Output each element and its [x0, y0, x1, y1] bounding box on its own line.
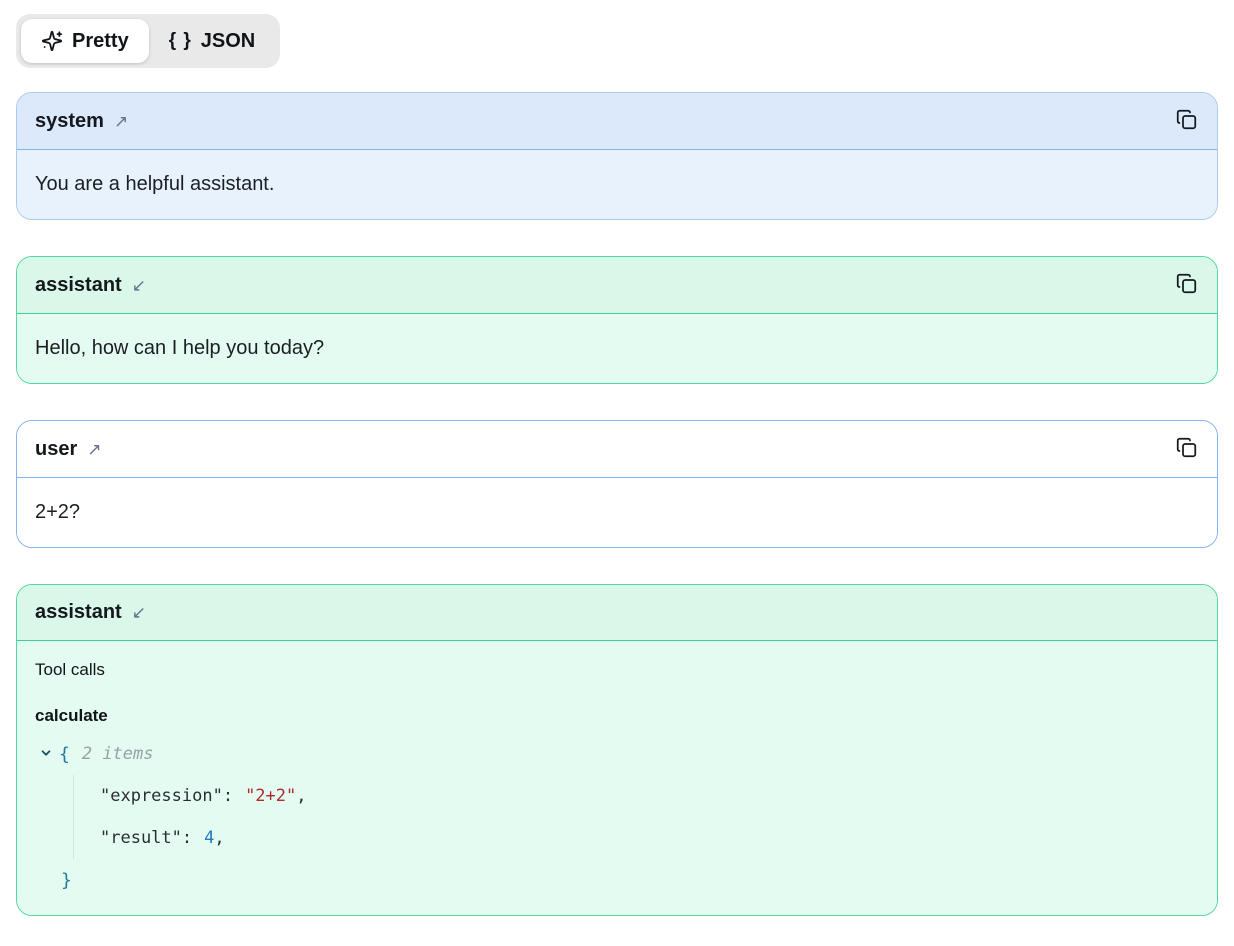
- message-header: assistant ↙: [17, 257, 1217, 314]
- sparkles-icon: [41, 30, 63, 52]
- copy-icon: [1176, 437, 1197, 461]
- copy-button[interactable]: [1174, 435, 1199, 463]
- json-close-row: }: [37, 859, 1199, 901]
- json-number-value: 4: [204, 825, 214, 852]
- json-string-value: "2+2": [245, 783, 296, 810]
- tab-json-label: JSON: [201, 29, 255, 53]
- message-card-system: system ↗ You are a helpful assistant.: [16, 92, 1218, 220]
- close-brace: }: [61, 867, 72, 894]
- json-key: "result":: [100, 825, 192, 852]
- copy-icon: [1176, 273, 1197, 297]
- json-comma: ,: [214, 825, 224, 852]
- items-count: 2 items: [82, 741, 154, 768]
- json-entry-row: "result": 4 ,: [100, 817, 1199, 859]
- json-children: "expression": "2+2" , "result": 4 ,: [73, 775, 1199, 859]
- braces-icon: { }: [169, 29, 192, 53]
- json-root-row: { 2 items: [37, 733, 1199, 775]
- tab-json[interactable]: { } JSON: [149, 19, 276, 63]
- role-label: system: [35, 108, 104, 135]
- copy-button[interactable]: [1174, 107, 1199, 135]
- tab-pretty[interactable]: Pretty: [21, 19, 149, 63]
- message-content: Hello, how can I help you today?: [17, 314, 1217, 383]
- tab-pretty-label: Pretty: [72, 29, 129, 53]
- message-header: user ↗: [17, 421, 1217, 478]
- message-card-assistant: assistant ↙ Hello, how can I help you to…: [16, 256, 1218, 384]
- json-entry-row: "expression": "2+2" ,: [100, 775, 1199, 817]
- arrow-up-right-icon: ↗: [87, 440, 101, 460]
- chevron-down-icon: [39, 746, 53, 763]
- arrow-up-right-icon: ↗: [114, 112, 128, 132]
- transcript-page: Pretty { } JSON system ↗ You are a help: [0, 0, 1234, 926]
- message-content: 2+2?: [17, 478, 1217, 547]
- message-content: You are a helpful assistant.: [17, 150, 1217, 219]
- open-brace: {: [59, 741, 70, 768]
- json-key: "expression":: [100, 783, 233, 810]
- copy-button[interactable]: [1174, 271, 1199, 299]
- copy-icon: [1176, 109, 1197, 133]
- message-card-user: user ↗ 2+2?: [16, 420, 1218, 548]
- arrow-down-left-icon: ↙: [132, 603, 146, 623]
- collapse-toggle[interactable]: [37, 745, 55, 763]
- tool-calls-heading: Tool calls: [35, 657, 1199, 683]
- message-card-assistant-tool-call: assistant ↙ Tool calls calculate {: [16, 584, 1218, 916]
- role-label: assistant: [35, 599, 122, 626]
- message-header: system ↗: [17, 93, 1217, 150]
- view-mode-tabs: Pretty { } JSON: [16, 14, 280, 68]
- role-label: user: [35, 436, 77, 463]
- role-label: assistant: [35, 272, 122, 299]
- tool-name: calculate: [35, 703, 1199, 729]
- arrow-down-left-icon: ↙: [132, 276, 146, 296]
- json-comma: ,: [296, 783, 306, 810]
- tool-arguments-json-tree: { 2 items "expression": "2+2" , "result"…: [35, 733, 1199, 901]
- message-header: assistant ↙: [17, 585, 1217, 641]
- message-content: Tool calls calculate { 2 items: [17, 641, 1217, 915]
